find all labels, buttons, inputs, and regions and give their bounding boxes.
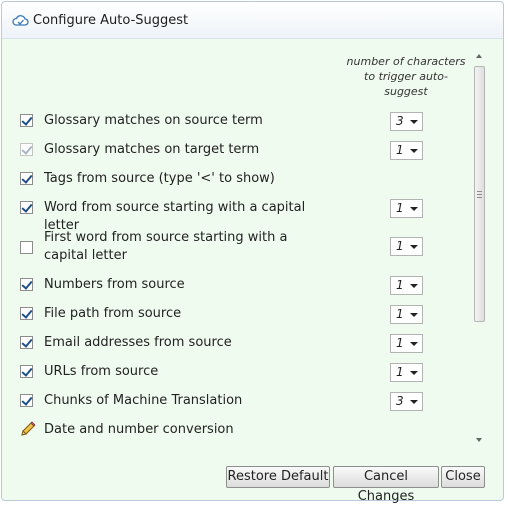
title-bar[interactable]: Configure Auto-Suggest [2, 2, 503, 39]
file-path-checkbox[interactable] [20, 307, 33, 320]
select-value: 3 [396, 394, 404, 408]
chevron-down-icon [410, 284, 418, 288]
cancel-changes-button[interactable]: Cancel Changes [333, 466, 439, 504]
select-value: 1 [396, 201, 404, 215]
row-label: URLs from source [44, 364, 159, 379]
first-word-capital-char-select[interactable]: 1 [390, 237, 423, 256]
vertical-scrollbar[interactable] [473, 48, 487, 446]
select-value: 1 [396, 278, 404, 292]
row-label: Glossary matches on target term [44, 142, 260, 157]
select-value: 1 [396, 365, 404, 379]
chevron-down-icon [410, 342, 418, 346]
tags-source-checkbox[interactable] [20, 172, 33, 185]
chevron-down-icon [410, 207, 418, 211]
grip-line [477, 194, 482, 195]
row-label: Numbers from source [44, 277, 185, 292]
first-word-capital-checkbox[interactable] [20, 241, 33, 254]
grip-line [477, 197, 482, 198]
chevron-down-icon [410, 149, 418, 153]
capital-word-char-select[interactable]: 1 [390, 199, 423, 218]
machine-translation-char-select[interactable]: 3 [390, 392, 423, 411]
urls-char-select[interactable]: 1 [390, 363, 423, 382]
scroll-down-arrow-icon[interactable] [476, 438, 482, 442]
row-label: Email addresses from source [44, 335, 232, 350]
scroll-up-arrow-icon[interactable] [476, 54, 482, 58]
row-label: Tags from source (type '<' to show) [44, 171, 275, 186]
chevron-down-icon [410, 371, 418, 375]
row-label: Date and number conversion [44, 422, 234, 437]
dialog-title: Configure Auto-Suggest [33, 13, 189, 28]
restore-default-button[interactable]: Restore Default [226, 466, 330, 488]
scrollbar-thumb[interactable] [474, 66, 485, 322]
select-value: 1 [396, 239, 404, 253]
glossary-target-checkbox[interactable] [20, 143, 33, 156]
chevron-down-icon [410, 313, 418, 317]
glossary-source-char-select[interactable]: 3 [390, 112, 423, 131]
chevron-down-icon [410, 400, 418, 404]
glossary-target-char-select[interactable]: 1 [390, 141, 423, 160]
column-header: number of characters to trigger auto-sug… [346, 55, 466, 98]
machine-translation-checkbox[interactable] [20, 394, 33, 407]
configure-auto-suggest-dialog: Configure Auto-Suggest number of charact… [1, 1, 504, 504]
row-label: File path from source [44, 306, 182, 321]
settings-list: number of characters to trigger auto-sug… [6, 46, 488, 444]
glossary-source-checkbox[interactable] [20, 114, 33, 127]
row-label: Glossary matches on source term [44, 113, 263, 128]
numbers-checkbox[interactable] [20, 278, 33, 291]
chevron-down-icon [410, 245, 418, 249]
capital-word-checkbox[interactable] [20, 201, 33, 214]
grip-line [477, 191, 482, 192]
numbers-char-select[interactable]: 1 [390, 276, 423, 295]
select-value: 3 [396, 114, 404, 128]
select-value: 1 [396, 143, 404, 157]
row-label: First word from source starting with a c… [44, 230, 288, 263]
email-char-select[interactable]: 1 [390, 334, 423, 353]
urls-checkbox[interactable] [20, 365, 33, 378]
chevron-down-icon [410, 120, 418, 124]
cloud-icon [12, 15, 29, 26]
email-checkbox[interactable] [20, 336, 33, 349]
close-button[interactable]: Close [441, 466, 485, 488]
select-value: 1 [396, 307, 404, 321]
select-value: 1 [396, 336, 404, 350]
pencil-icon[interactable] [20, 421, 36, 437]
row-label: Chunks of Machine Translation [44, 393, 243, 408]
file-path-char-select[interactable]: 1 [390, 305, 423, 324]
